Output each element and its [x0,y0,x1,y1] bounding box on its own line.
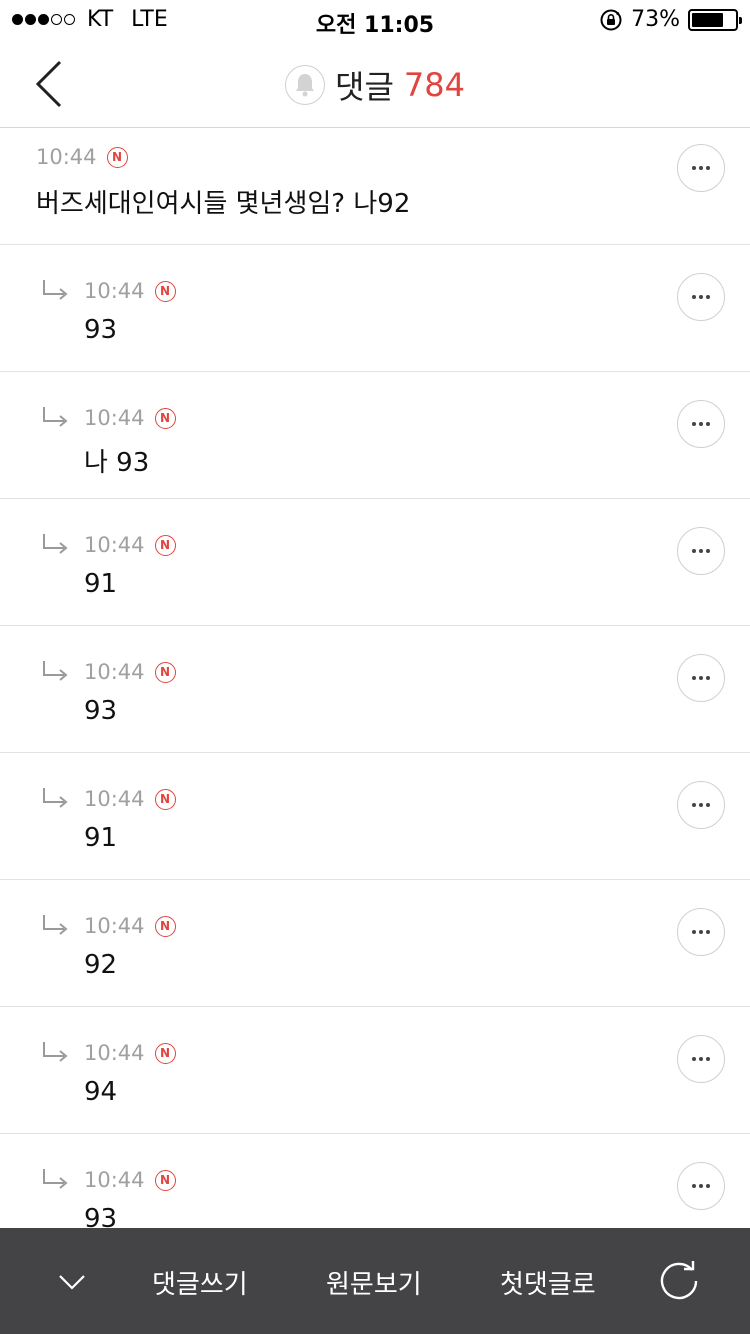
comment-meta: 10:44 N [40,1040,176,1066]
comment-time: 10:44 [84,406,145,430]
ellipsis-icon [692,1057,710,1061]
comment-time: 10:44 [84,279,145,303]
comment-meta: 10:44 N [40,405,176,431]
ellipsis-icon [692,1184,710,1188]
reply-arrow-icon [43,661,68,681]
comment-item[interactable]: 10:44 N 버즈세대인여시들 몇년생임? 나92 [0,129,750,245]
more-options-button[interactable] [677,1162,725,1210]
comment-time: 10:44 [36,145,97,169]
new-badge-icon: N [154,534,176,556]
comment-meta: 10:44 N [40,786,176,812]
more-options-button[interactable] [677,144,725,192]
comment-list: 10:44 N 버즈세대인여시들 몇년생임? 나92 10:44 N 93 10:44 N 나 … [0,129,750,1261]
more-options-button[interactable] [677,908,725,956]
ellipsis-icon [692,295,710,299]
comment-text: 92 [84,950,118,980]
reply-item[interactable]: 10:44 N 93 [0,245,750,372]
comment-meta: 10:44 N [40,532,176,558]
reply-arrow-icon [43,534,68,554]
comment-meta: 10:44 N [40,1167,176,1193]
more-options-button[interactable] [677,400,725,448]
nav-header: 댓글 784 [0,40,750,128]
comment-text: 버즈세대인여시들 몇년생임? 나92 [36,189,411,219]
status-bar: KT LTE 오전 11:05 73% [0,0,750,40]
comment-text: 93 [84,696,118,726]
chevron-down-icon[interactable] [54,1264,90,1300]
reply-arrow-icon [43,407,68,427]
rotation-lock-icon [600,9,622,30]
comment-text: 91 [84,823,118,853]
more-options-button[interactable] [677,273,725,321]
comment-meta: 10:44 N [36,145,128,169]
reply-item[interactable]: 10:44 N 91 [0,499,750,626]
view-original-button[interactable]: 원문보기 [326,1264,422,1301]
new-badge-icon: N [106,146,128,168]
ellipsis-icon [692,676,710,680]
new-badge-icon: N [154,280,176,302]
comment-text: 91 [84,569,118,599]
ellipsis-icon [692,803,710,807]
more-options-button[interactable] [677,1035,725,1083]
more-options-button[interactable] [677,654,725,702]
more-options-button[interactable] [677,781,725,829]
battery-level [692,12,723,27]
battery-percent: 73% [631,7,680,32]
ellipsis-icon [692,549,710,553]
new-badge-icon: N [154,1042,176,1064]
header-title-group: 댓글 784 [0,62,750,108]
new-badge-icon: N [154,407,176,429]
more-options-button[interactable] [677,527,725,575]
comment-time: 10:44 [84,914,145,938]
comment-text: 93 [84,315,118,345]
comment-time: 10:44 [84,660,145,684]
comment-text: 94 [84,1077,118,1107]
comment-time: 10:44 [84,787,145,811]
new-badge-icon: N [154,661,176,683]
status-right: 73% [599,7,742,32]
battery-icon [688,8,742,31]
reply-arrow-icon [43,915,68,935]
reply-item[interactable]: 10:44 N 92 [0,880,750,1007]
ellipsis-icon [692,930,710,934]
reply-item[interactable]: 10:44 N 91 [0,753,750,880]
new-badge-icon: N [154,788,176,810]
bottom-toolbar: 댓글쓰기 원문보기 첫댓글로 [0,1228,750,1334]
new-badge-icon: N [154,1169,176,1191]
comment-meta: 10:44 N [40,659,176,685]
reply-arrow-icon [43,1042,68,1062]
comments-screen: KT LTE 오전 11:05 73% 댓글 784 10:44 N 버즈세대인… [0,0,750,1334]
comment-time: 10:44 [84,1041,145,1065]
refresh-icon[interactable] [656,1258,702,1304]
new-badge-icon: N [154,915,176,937]
reply-arrow-icon [43,788,68,808]
comment-text: 나 93 [84,448,150,478]
ellipsis-icon [692,422,710,426]
bell-icon[interactable] [285,65,326,105]
comment-meta: 10:44 N [40,278,176,304]
reply-item[interactable]: 10:44 N 93 [0,626,750,753]
comment-count: 784 [403,66,465,104]
comment-meta: 10:44 N [40,913,176,939]
reply-item[interactable]: 10:44 N 94 [0,1007,750,1134]
ellipsis-icon [692,166,710,170]
reply-arrow-icon [43,1169,68,1189]
page-title: 댓글 [335,68,394,106]
comment-time: 10:44 [84,533,145,557]
reply-arrow-icon [43,280,68,300]
write-comment-button[interactable]: 댓글쓰기 [152,1264,248,1301]
comment-time: 10:44 [84,1168,145,1192]
reply-item[interactable]: 10:44 N 나 93 [0,372,750,499]
go-first-comment-button[interactable]: 첫댓글로 [500,1264,596,1301]
